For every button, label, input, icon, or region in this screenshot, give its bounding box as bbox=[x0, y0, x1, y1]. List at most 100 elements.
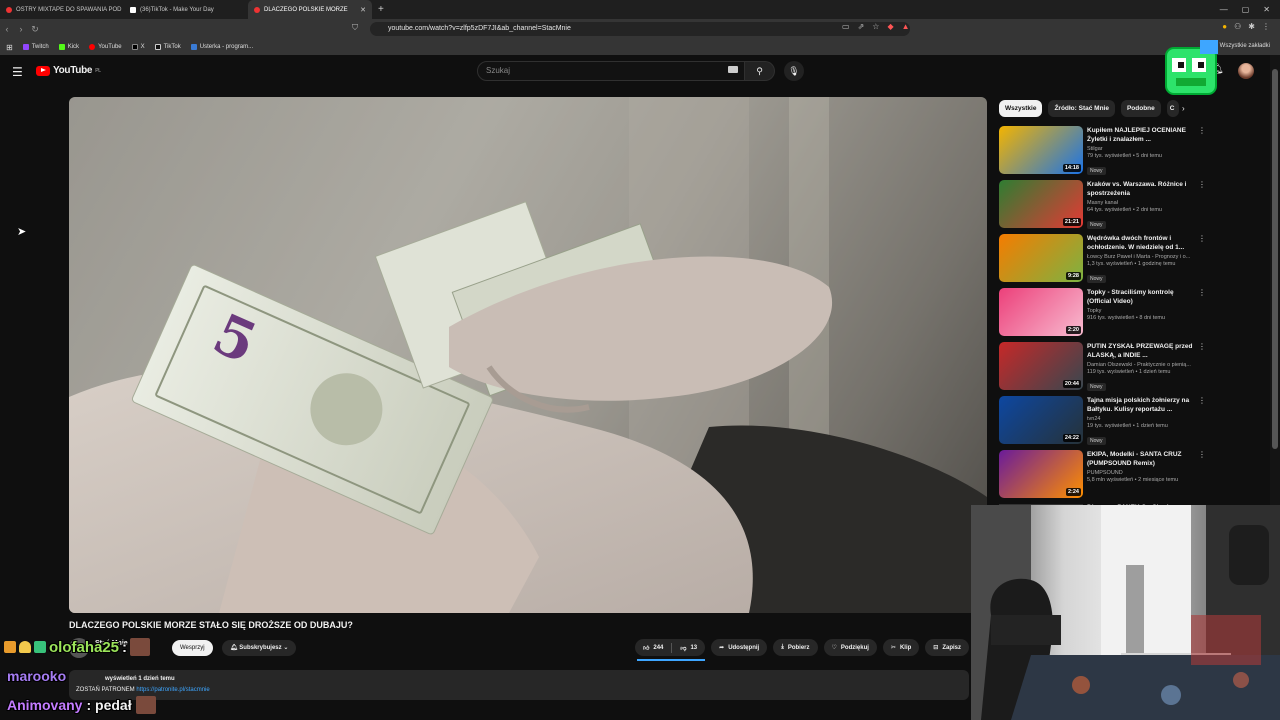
scrollbar-thumb[interactable] bbox=[1272, 69, 1278, 449]
patron-link[interactable]: https://patronite.pl/stacmnie bbox=[136, 687, 209, 693]
share-button[interactable]: ➦ Udostępnij bbox=[711, 639, 768, 656]
video-item-channel[interactable]: tvn24 bbox=[1087, 416, 1199, 422]
tab-1[interactable]: OSTRY MIXTAPE DO SPAWANIA POD bbox=[0, 0, 124, 19]
reload-icon[interactable]: ↻ bbox=[28, 24, 42, 35]
video-thumbnail[interactable]: 9:28 bbox=[999, 234, 1083, 282]
related-video-item[interactable]: 14:18 Kupiłem NAJLEPIEJ OCENIANE Żyletki … bbox=[999, 126, 1206, 180]
video-item-channel[interactable]: Łowcy Burz Paweł i Marta - Prognozy i o.… bbox=[1087, 254, 1199, 260]
puzzle-icon[interactable]: ✱ bbox=[1248, 22, 1255, 31]
video-thumbnail[interactable]: 2:24 bbox=[999, 450, 1083, 498]
chip-similar[interactable]: Podobne bbox=[1120, 100, 1161, 117]
more-options-icon[interactable]: ⋮ bbox=[1198, 180, 1206, 189]
related-video-item[interactable]: 21:21 Kraków vs. Warszawa. Różnice i spos… bbox=[999, 180, 1206, 234]
more-options-icon[interactable]: ⋮ bbox=[1198, 396, 1206, 405]
save-button[interactable]: ⊟ Zapisz bbox=[925, 639, 969, 656]
video-item-channel[interactable]: Topky bbox=[1087, 308, 1199, 314]
search-button[interactable]: ⚲ bbox=[745, 61, 775, 81]
speaker-icon bbox=[254, 6, 260, 13]
chevron-right-icon[interactable]: › bbox=[1182, 104, 1185, 113]
logo-region: PL bbox=[95, 67, 101, 74]
clip-button[interactable]: ✂ Klip bbox=[882, 639, 920, 656]
video-duration: 9:28 bbox=[1065, 272, 1081, 280]
minimize-icon[interactable]: — bbox=[1220, 5, 1228, 14]
bookmark-icon[interactable]: ⛉ bbox=[352, 23, 358, 33]
video-thumbnail[interactable]: 2:20 bbox=[999, 288, 1083, 336]
chat-text: : bbox=[122, 638, 128, 656]
more-options-icon[interactable]: ⋮ bbox=[1198, 450, 1206, 459]
video-duration: 21:21 bbox=[1062, 218, 1081, 226]
like-button[interactable]: 👍︎ 244 bbox=[635, 644, 671, 652]
more-options-icon[interactable]: ⋮ bbox=[1198, 342, 1206, 351]
bookmark-youtube[interactable]: YouTube bbox=[89, 44, 122, 50]
bookmark-twitch[interactable]: Twitch bbox=[22, 44, 49, 50]
warning-icon[interactable]: ▲ bbox=[902, 22, 910, 31]
thanks-button[interactable]: ♡ Podziękuj bbox=[823, 639, 877, 656]
download-button[interactable]: ⤓ Pobierz bbox=[773, 639, 818, 656]
close-tab-icon[interactable]: ✕ bbox=[360, 6, 366, 14]
video-thumbnail[interactable]: 21:21 bbox=[999, 180, 1083, 228]
chip-source[interactable]: Źródło: Stać Mnie bbox=[1048, 100, 1115, 117]
video-item-title[interactable]: Kupiłem NAJLEPIEJ OCENIANE Żyletki i zna… bbox=[1087, 126, 1199, 144]
maximize-icon[interactable]: ▢ bbox=[1242, 5, 1250, 14]
related-video-item[interactable]: 20:44 PUTIN ZYSKAŁ PRZEWAGĘ przed ALASKĄ,… bbox=[999, 342, 1206, 396]
video-item-title[interactable]: Wędrówka dwóch frontów i ochłodzenie. W … bbox=[1087, 234, 1199, 252]
related-video-item[interactable]: 9:28 Wędrówka dwóch frontów i ochłodzenie… bbox=[999, 234, 1206, 288]
voice-search-button[interactable]: 🎙︎ bbox=[784, 61, 804, 81]
star-icon[interactable]: ☆ bbox=[872, 22, 879, 31]
tab-2[interactable]: (36)TikTok - Make Your Day bbox=[124, 0, 248, 19]
related-video-item[interactable]: 24:22 Tajna misja polskich żołnierzy na B… bbox=[999, 396, 1206, 450]
url-field[interactable]: youtube.com/watch?v=zlfp5zDF7JI&ab_chann… bbox=[370, 22, 910, 36]
video-player[interactable]: 5 bbox=[69, 97, 987, 613]
video-thumbnail[interactable]: 14:18 bbox=[999, 126, 1083, 174]
support-button[interactable]: Wesprzyj bbox=[172, 640, 213, 656]
bookmark-kick[interactable]: Kick bbox=[58, 44, 79, 50]
bookmark-tiktok[interactable]: TikTok bbox=[154, 44, 181, 50]
keyboard-icon[interactable] bbox=[728, 66, 738, 73]
hamburger-menu-icon[interactable]: ☰ bbox=[12, 65, 23, 79]
more-options-icon[interactable]: ⋮ bbox=[1198, 126, 1206, 135]
video-item-channel[interactable]: PUMPSOUND bbox=[1087, 470, 1199, 476]
new-tab-button[interactable]: + bbox=[372, 4, 390, 15]
search-input[interactable]: Szukaj bbox=[477, 61, 745, 81]
back-icon[interactable]: ‹ bbox=[0, 24, 14, 34]
close-window-icon[interactable]: ✕ bbox=[1263, 5, 1270, 14]
microphone-icon: 🎙︎ bbox=[788, 66, 800, 76]
description-box[interactable]: wyświetleń 1 dzień temu ZOSTAŃ PATRONEM … bbox=[69, 670, 969, 700]
extension-icon[interactable]: ● bbox=[1222, 22, 1227, 31]
apps-icon[interactable]: ⊞ bbox=[6, 43, 13, 52]
dislike-button[interactable]: 👎︎ 13 bbox=[672, 644, 705, 652]
video-item-title[interactable]: Kraków vs. Warszawa. Różnice i spostrzeż… bbox=[1087, 180, 1199, 198]
video-thumbnail[interactable]: 20:44 bbox=[999, 342, 1083, 390]
video-item-channel[interactable]: Damian Olszewski - Praktycznie o pienią.… bbox=[1087, 362, 1199, 368]
video-item-title[interactable]: Topky - Straciliśmy kontrolę (Official V… bbox=[1087, 288, 1199, 306]
bookmark-x[interactable]: X bbox=[131, 44, 145, 50]
menu-icon[interactable]: ⋮ bbox=[1262, 22, 1270, 31]
video-item-title[interactable]: PUTIN ZYSKAŁ PRZEWAGĘ przed ALASKĄ, a IN… bbox=[1087, 342, 1199, 360]
video-item-title[interactable]: Tajna misja polskich żołnierzy na Bałtyk… bbox=[1087, 396, 1199, 414]
all-bookmarks[interactable]: Wszystkie zakładki bbox=[1220, 43, 1270, 49]
chat-message: Animovany : pedał bbox=[7, 696, 156, 714]
youtube-logo[interactable]: YouTube PL bbox=[36, 65, 101, 76]
tab-3-active[interactable]: DLACZEGO POLSKIE MORZE ✕ bbox=[248, 0, 372, 19]
share-page-icon[interactable]: ⇗ bbox=[858, 22, 865, 31]
more-options-icon[interactable]: ⋮ bbox=[1198, 234, 1206, 243]
related-video-item[interactable]: 2:24 EKIPA, Modelki - SANTA CRUZ (PUMPSOU… bbox=[999, 450, 1206, 504]
video-title: DLACZEGO POLSKIE MORZE STAŁO SIĘ DROŻSZE… bbox=[69, 620, 353, 630]
chip-all[interactable]: Wszystkie bbox=[999, 100, 1043, 117]
bookmark-usterka[interactable]: Usterka - program... bbox=[190, 44, 253, 50]
extension-icon[interactable]: ⚇ bbox=[1234, 22, 1241, 31]
video-item-title[interactable]: EKIPA, Modelki - SANTA CRUZ (PUMPSOUND R… bbox=[1087, 450, 1199, 468]
chip-more[interactable]: C bbox=[1166, 100, 1179, 117]
youtube-header: ☰ YouTube PL Szukaj ⚲ 🎙︎ 🔔︎ bbox=[0, 55, 1270, 87]
related-video-item[interactable]: 2:20 Topky - Straciliśmy kontrolę (Offici… bbox=[999, 288, 1206, 342]
video-item-channel[interactable]: Masny kanał bbox=[1087, 200, 1199, 206]
brave-shield-icon[interactable]: ◆ bbox=[887, 22, 893, 31]
account-avatar[interactable] bbox=[1238, 63, 1254, 79]
video-thumbnail[interactable]: 24:22 bbox=[999, 396, 1083, 444]
save-icon: ⊟ bbox=[933, 645, 939, 651]
forward-icon[interactable]: › bbox=[14, 24, 28, 34]
subscribed-button[interactable]: 🔔︎ Subskrybujesz ⌄ bbox=[222, 640, 297, 656]
more-options-icon[interactable]: ⋮ bbox=[1198, 288, 1206, 297]
cast-icon[interactable]: ▭ bbox=[842, 22, 850, 31]
video-item-channel[interactable]: Stilgar bbox=[1087, 146, 1199, 152]
